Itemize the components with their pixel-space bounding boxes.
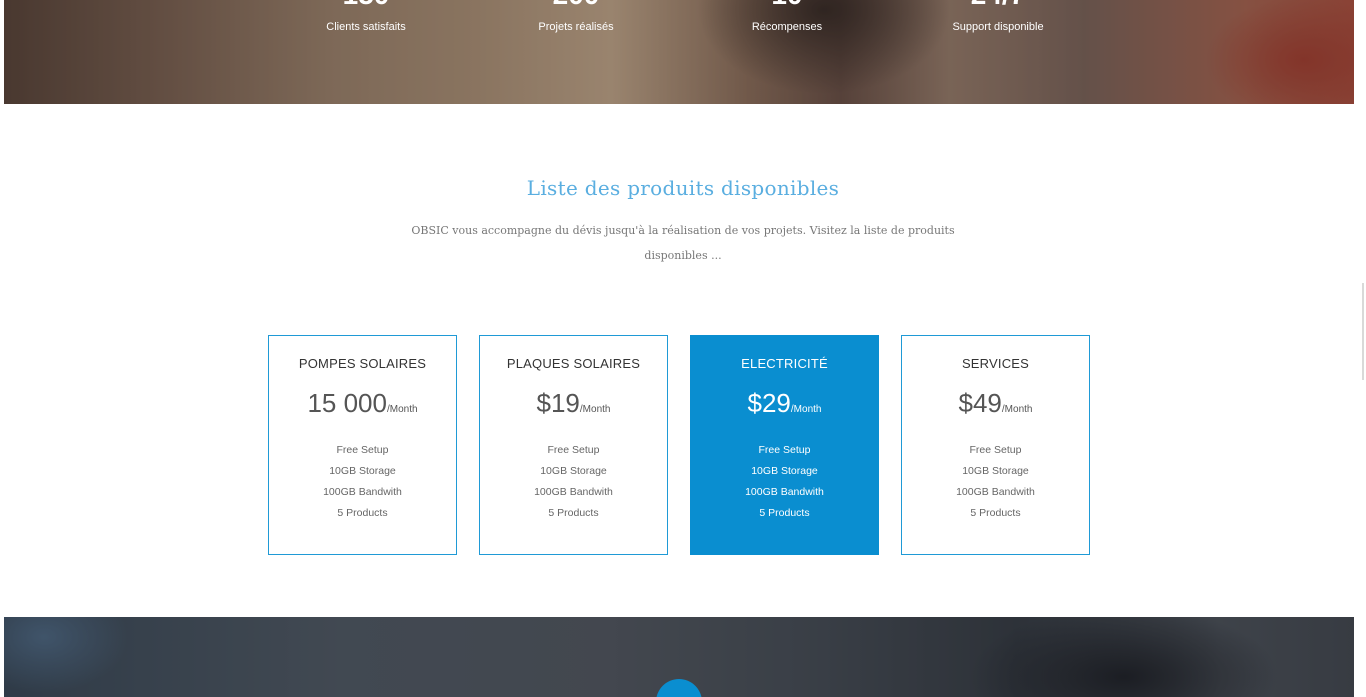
feature-item: 10GB Storage: [540, 465, 607, 477]
feature-item: 10GB Storage: [751, 465, 818, 477]
feature-item: Free Setup: [758, 444, 811, 456]
card-price: $19/Month: [480, 388, 667, 419]
price-amount: 15 000: [307, 388, 387, 418]
scrollbar-thumb[interactable]: [1362, 283, 1364, 380]
section-description: OBSIC vous accompagne du dévis jusqu'à l…: [411, 224, 955, 262]
feature-item: Free Setup: [336, 444, 389, 456]
card-title: ELECTRICITÉ: [741, 356, 828, 371]
feature-list: Free Setup 10GB Storage 100GB Bandwith 5…: [269, 440, 456, 524]
price-amount: $29: [747, 388, 791, 418]
feature-item: 5 Products: [970, 507, 1021, 519]
card-title: SERVICES: [961, 356, 1030, 371]
stat-label: Support disponible: [952, 21, 1044, 33]
card-title: POMPES SOLAIRES: [298, 356, 427, 371]
bottom-photo-band: [4, 617, 1354, 697]
feature-item: 5 Products: [759, 507, 810, 519]
price-amount: $19: [536, 388, 580, 418]
feature-list: Free Setup 10GB Storage 100GB Bandwith 5…: [691, 440, 878, 524]
card-price: 15 000/Month: [269, 388, 456, 419]
stat-number: 200: [496, 0, 656, 10]
feature-item: 10GB Storage: [329, 465, 396, 477]
feature-item: Free Setup: [547, 444, 600, 456]
stat-number: 24/7: [918, 0, 1078, 10]
card-price: $49/Month: [902, 388, 1089, 419]
price-unit: /Month: [1001, 404, 1033, 415]
feature-item: 5 Products: [337, 507, 388, 519]
pricing-card-plaques-solaires[interactable]: PLAQUES SOLAIRES $19/Month Free Setup 10…: [479, 335, 668, 555]
price-unit: /Month: [386, 404, 418, 415]
feature-item: 100GB Bandwith: [745, 486, 824, 498]
feature-list: Free Setup 10GB Storage 100GB Bandwith 5…: [902, 440, 1089, 524]
stat-label: Projets réalisés: [538, 21, 614, 33]
price-amount: $49: [958, 388, 1002, 418]
card-title: PLAQUES SOLAIRES: [506, 356, 641, 371]
feature-item: 100GB Bandwith: [534, 486, 613, 498]
section-title: Liste des produits disponibles: [526, 176, 840, 200]
pricing-card-electricite[interactable]: ELECTRICITÉ $29/Month Free Setup 10GB St…: [690, 335, 879, 555]
stat-number: 150: [286, 0, 446, 10]
stats-band: 150 Clients satisfaits 200 Projets réali…: [4, 0, 1354, 104]
stat-label: Clients satisfaits: [326, 21, 406, 33]
feature-item: 5 Products: [548, 507, 599, 519]
stat-label: Récompenses: [751, 21, 823, 33]
feature-item: Free Setup: [969, 444, 1022, 456]
feature-item: 100GB Bandwith: [323, 486, 402, 498]
price-unit: /Month: [579, 404, 611, 415]
feature-item: 10GB Storage: [962, 465, 1029, 477]
feature-list: Free Setup 10GB Storage 100GB Bandwith 5…: [480, 440, 667, 524]
feature-item: 100GB Bandwith: [956, 486, 1035, 498]
pricing-card-services[interactable]: SERVICES $49/Month Free Setup 10GB Stora…: [901, 335, 1090, 555]
circle-play-button[interactable]: [656, 679, 702, 697]
price-unit: /Month: [790, 404, 822, 415]
card-price: $29/Month: [691, 388, 878, 419]
pricing-card-pompes-solaires[interactable]: POMPES SOLAIRES 15 000/Month Free Setup …: [268, 335, 457, 555]
stat-number: 10: [707, 0, 867, 10]
